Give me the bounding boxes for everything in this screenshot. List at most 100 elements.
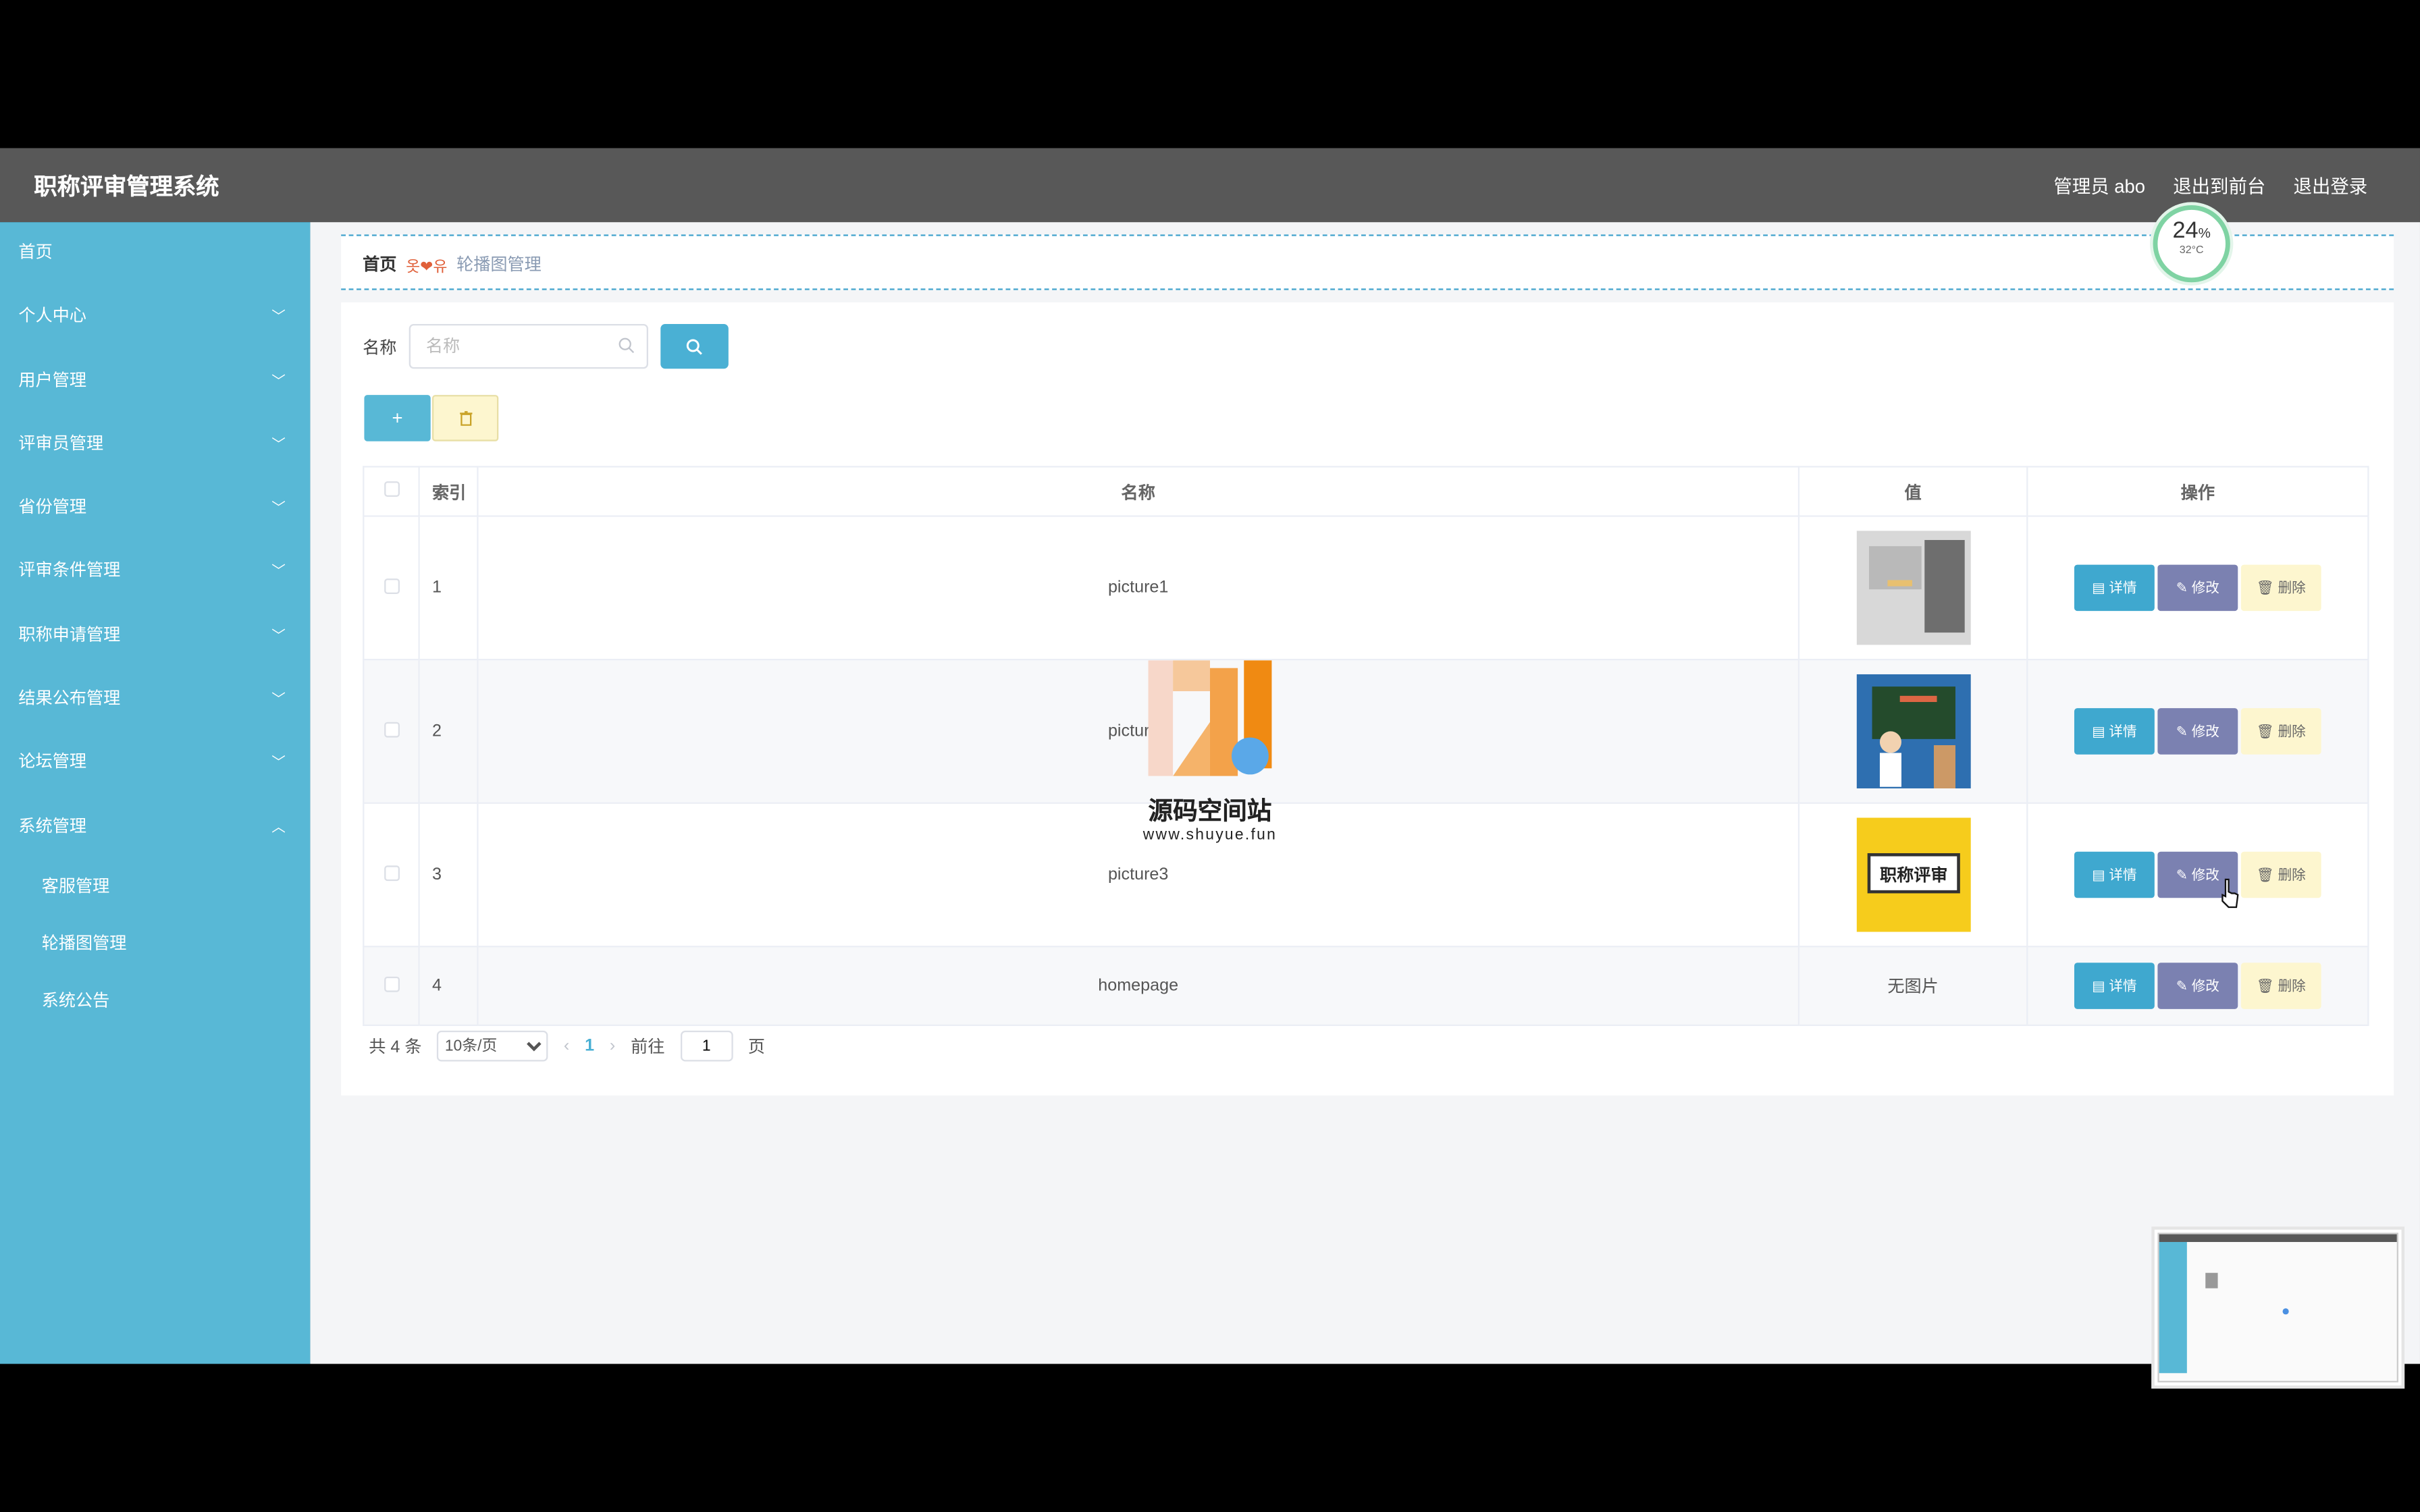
breadcrumb: 首页 옷❤유 轮播图管理 [363,252,542,277]
edit-icon: ✎ [2176,978,2192,994]
sidebar-item[interactable]: 个人中心 ﹀ [0,286,310,350]
detail-button[interactable]: ▤ 详情 [2074,963,2155,1009]
performance-gauge[interactable]: 24% 32°C [2153,205,2230,283]
row-operations: ▤ 详情 ✎ 修改 🗑 删除 [2026,658,2369,804]
search-label: 名称 [363,338,397,358]
sidebar-item-label: 评审条件管理 [18,562,121,581]
next-page-icon[interactable]: › [610,1037,615,1055]
row-operations: ▤ 详情 ✎ 修改 🗑 删除 [2026,515,2369,661]
edit-label: 修改 [2191,978,2219,994]
edit-label: 修改 [2191,867,2219,883]
top-bar: 职称评审管理系统 管理员 abo 退出到前台 退出登录 [0,148,2420,223]
delete-button[interactable]: 🗑 删除 [2240,851,2321,898]
row-select-cell [363,946,420,1026]
edit-button[interactable]: ✎ 修改 [2157,963,2238,1009]
main-area: 首页 옷❤유 轮播图管理 24% 32°C 名称 + [310,205,2420,1364]
search-icon [619,338,635,354]
sidebar-item[interactable]: 结果公布管理 ﹀ [0,668,310,732]
app-title: 职称评审管理系统 [34,174,219,201]
sidebar-item[interactable]: 职称申请管理 ﹀ [0,604,310,668]
detail-button[interactable]: ▤ 详情 [2074,708,2155,755]
screen: 职称评审管理系统 管理员 abo 退出到前台 退出登录 首页 个人中心 ﹀ 用户管理 ﹀… [0,0,2420,1512]
to-frontend-link[interactable]: 退出到前台 [2173,173,2265,199]
prev-page-icon[interactable]: ‹ [564,1037,569,1055]
sidebar-item[interactable]: 评审条件管理 ﹀ [0,541,310,604]
sidebar-item-label: 省份管理 [18,498,86,518]
sidebar-item[interactable]: 评审员管理 ﹀ [0,413,310,477]
thumbnail-preview[interactable] [2151,1226,2405,1389]
watermark-name: 源码空间站 [1148,799,1272,826]
table-row[interactable]: 2 picture2 ▤ 详情 ✎ 修改 🗑 删除 [363,658,2369,804]
row-checkbox[interactable] [383,975,399,992]
detail-button[interactable]: ▤ 详情 [2074,564,2155,612]
detail-label: 详情 [2109,978,2137,994]
breadcrumb-separator: 옷❤유 [406,258,448,275]
top-links: 管理员 abo 退出到前台 退出登录 [2053,173,2367,199]
search-button[interactable] [660,323,729,369]
page-number[interactable]: 1 [585,1037,594,1055]
sidebar-item-label: 论坛管理 [18,753,86,772]
detail-label: 详情 [2109,723,2137,739]
row-image[interactable] [1799,674,2026,788]
detail-label: 详情 [2109,867,2137,883]
header-name: 名称 [477,466,1800,517]
logout-link[interactable]: 退出登录 [2294,173,2368,199]
content-panel: 名称 + 索引 [341,302,2394,1096]
row-image[interactable] [1799,531,2026,645]
sidebar: 首页 个人中心 ﹀ 用户管理 ﹀ 评审员管理 ﹀ 省份管理 ﹀ 评审条件管理 ﹀ 职称申请管理 ﹀ 结果公… [0,222,311,1364]
sidebar-subitem[interactable]: 系统公告 [0,973,310,1031]
header-index: 索引 [418,466,479,517]
edit-button[interactable]: ✎ 修改 [2157,564,2238,612]
table-row[interactable]: 4 homepage 无图片 ▤ 详情 ✎ 修改 🗑 删除 [363,946,2369,1026]
goto-suffix: 页 [747,1038,766,1057]
sidebar-item[interactable]: 论坛管理 ﹀ [0,732,310,795]
table-row[interactable]: 1 picture1 ▤ 详情 ✎ 修改 🗑 删除 [363,515,2369,661]
action-row: + [364,395,499,441]
edit-icon: ✎ [2176,580,2192,596]
row-operations: ▤ 详情 ✎ 修改 🗑 删除 [2026,802,2369,948]
sidebar-subitem[interactable]: 客服管理 [0,859,310,917]
sidebar-subitem[interactable]: 轮播图管理 [0,917,310,974]
delete-button[interactable]: 🗑 删除 [2240,963,2321,1009]
detail-button[interactable]: ▤ 详情 [2074,851,2155,898]
goto-page-input[interactable] [680,1030,733,1062]
search-input[interactable] [409,323,648,369]
breadcrumb-current: 轮播图管理 [456,256,542,275]
row-name: picture1 [477,515,1800,661]
select-all-checkbox[interactable] [383,481,399,497]
delete-button[interactable]: 🗑 删除 [2240,708,2321,755]
delete-button[interactable]: 🗑 删除 [2240,564,2321,612]
row-value: 职称评审 [1797,802,2028,948]
admin-label[interactable]: 管理员 abo [2053,173,2145,199]
watermark: 源码空间站 www.shuyue.fun [1127,660,1294,844]
row-select-cell [363,802,420,948]
table-row[interactable]: 3 picture3 职称评审 ▤ 详情 ✎ 修改 🗑 删除 [363,802,2369,948]
watermark-url: www.shuyue.fun [1142,827,1278,844]
row-image[interactable]: 职称评审 [1799,817,2026,932]
row-checkbox[interactable] [383,721,399,737]
chevron-down-icon: ﹀ [271,691,286,707]
chevron-down-icon: ﹀ [271,308,286,325]
gauge-temperature: 32°C [2179,245,2204,256]
row-checkbox[interactable] [383,577,399,593]
detail-label: 详情 [2109,580,2137,596]
sidebar-item[interactable]: 用户管理 ﹀ [0,350,310,413]
document-icon: ▤ [2092,723,2109,739]
page-size-select[interactable]: 10条/页 [437,1030,548,1062]
mouse-cursor-icon [2221,878,2239,909]
row-checkbox[interactable] [383,865,399,880]
search-icon [686,338,702,354]
breadcrumb-bar: 首页 옷❤유 轮播图管理 24% 32°C [341,205,2394,290]
sidebar-item[interactable]: 首页 [0,222,310,286]
batch-delete-button[interactable] [431,395,499,441]
row-name: homepage [477,946,1800,1026]
chevron-up-icon: ︿ [271,818,286,834]
edit-button[interactable]: ✎ 修改 [2157,708,2238,755]
row-value [1797,658,2028,804]
sidebar-item[interactable]: 省份管理 ﹀ [0,477,310,541]
gauge-unit: % [2198,225,2211,241]
sidebar-item[interactable]: 系统管理 ︿ [0,796,310,859]
add-button[interactable]: + [364,395,431,441]
edit-icon: ✎ [2176,723,2192,739]
breadcrumb-home[interactable]: 首页 [363,252,396,277]
